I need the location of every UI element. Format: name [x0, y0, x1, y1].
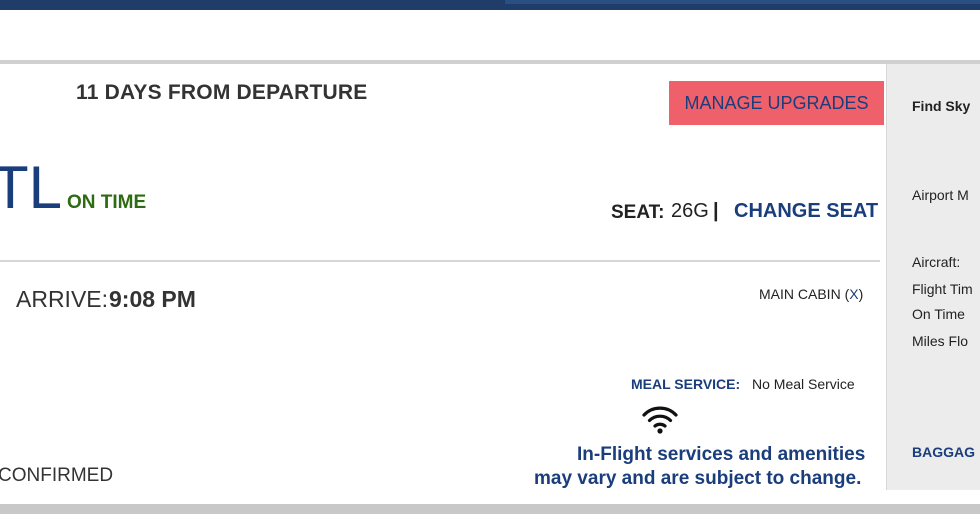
manage-upgrades-button[interactable]: MANAGE UPGRADES — [669, 81, 884, 125]
cabin-class: MAIN CABIN (X) — [759, 286, 863, 302]
on-time-label: On Time — [912, 306, 965, 322]
bottom-divider — [0, 504, 980, 514]
flight-details-sidebar: Find Sky Airport M Aircraft: Flight Tim … — [886, 64, 980, 490]
flight-time-label: Flight Tim — [912, 281, 973, 297]
flight-status: ON TIME — [67, 192, 147, 213]
miles-flown-label: Miles Flo — [912, 333, 969, 349]
cabin-label-end: ) — [858, 286, 864, 302]
booking-status: CONFIRMED — [0, 465, 114, 486]
baggage-link[interactable]: BAGGAG — [912, 444, 975, 460]
airport-map-link[interactable]: Airport M — [912, 187, 969, 203]
seat-separator: | — [713, 200, 719, 222]
section-divider — [0, 260, 880, 262]
arrive-time: 9:08 PM — [109, 286, 196, 312]
top-nav-accent — [505, 0, 980, 4]
arrive-label: ARRIVE: — [16, 286, 109, 312]
meal-service-value: No Meal Service — [752, 376, 855, 392]
header-band — [0, 10, 980, 62]
days-from-departure: 11 DAYS FROM DEPARTURE — [76, 81, 368, 104]
change-seat-link[interactable]: CHANGE SEAT — [734, 200, 878, 223]
inflight-notice-line1: In-Flight services and amenities — [577, 444, 866, 465]
seat-label: SEAT: — [611, 202, 665, 223]
cabin-close-link[interactable]: X — [849, 286, 858, 302]
destination-airport-code: TL — [0, 154, 63, 221]
aircraft-label: Aircraft: — [912, 254, 961, 270]
meal-service-label: MEAL SERVICE: — [631, 376, 741, 392]
flight-card — [0, 64, 886, 504]
cabin-label: MAIN CABIN ( — [759, 286, 850, 302]
find-sky-club-link[interactable]: Find Sky — [912, 98, 970, 114]
wifi-icon — [642, 406, 678, 434]
seat-value: 26G — [671, 200, 709, 222]
inflight-notice-line2: may vary and are subject to change. — [534, 468, 862, 489]
